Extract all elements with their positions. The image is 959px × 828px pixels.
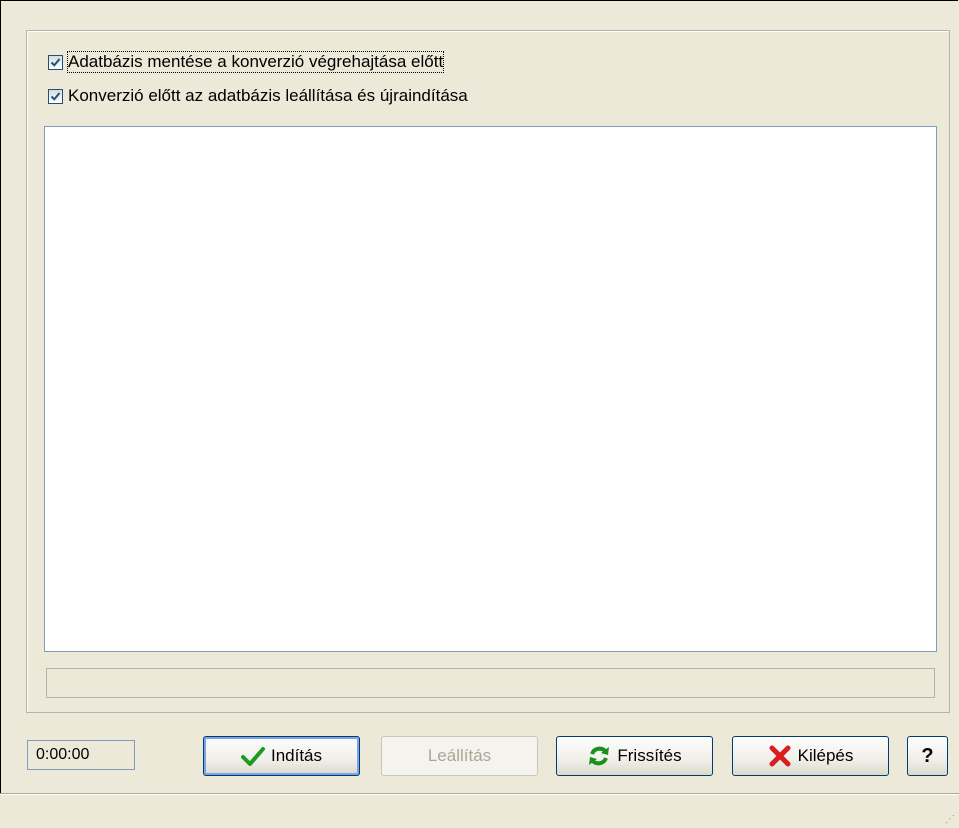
restart-option[interactable]: Konverzió előtt az adatbázis leállítása … (48, 84, 468, 108)
help-button[interactable]: ? (907, 736, 948, 776)
status-bar: ⋰ (0, 795, 959, 828)
backup-checkbox[interactable] (48, 54, 63, 70)
backup-option[interactable]: Adatbázis mentése a konverzió végrehajtá… (48, 50, 445, 74)
exit-button[interactable]: Kilépés (732, 736, 889, 776)
progress-bar (46, 668, 935, 698)
resize-grip-icon[interactable]: ⋰ (945, 814, 955, 825)
checkmark-icon (240, 744, 265, 768)
start-button[interactable]: Indítás (203, 736, 360, 776)
start-button-label: Indítás (270, 746, 323, 765)
stop-button[interactable]: Leállítás (381, 736, 538, 776)
backup-checkbox-label[interactable]: Adatbázis mentése a konverzió végrehajtá… (66, 51, 445, 73)
elapsed-time: 0:00:00 (27, 740, 135, 770)
checkmark-icon (50, 91, 61, 101)
refresh-icon (587, 744, 611, 768)
stop-button-label: Leállítás (427, 746, 492, 765)
refresh-button[interactable]: Frissítés (556, 736, 713, 776)
restart-checkbox[interactable] (48, 88, 63, 104)
exit-button-label: Kilépés (797, 746, 854, 765)
close-x-icon (768, 744, 792, 768)
refresh-button-label: Frissítés (617, 746, 682, 765)
checkmark-icon (50, 57, 61, 67)
help-button-label: ? (921, 744, 934, 767)
conversion-log[interactable] (44, 126, 937, 652)
restart-checkbox-label[interactable]: Konverzió előtt az adatbázis leállítása … (68, 86, 468, 106)
